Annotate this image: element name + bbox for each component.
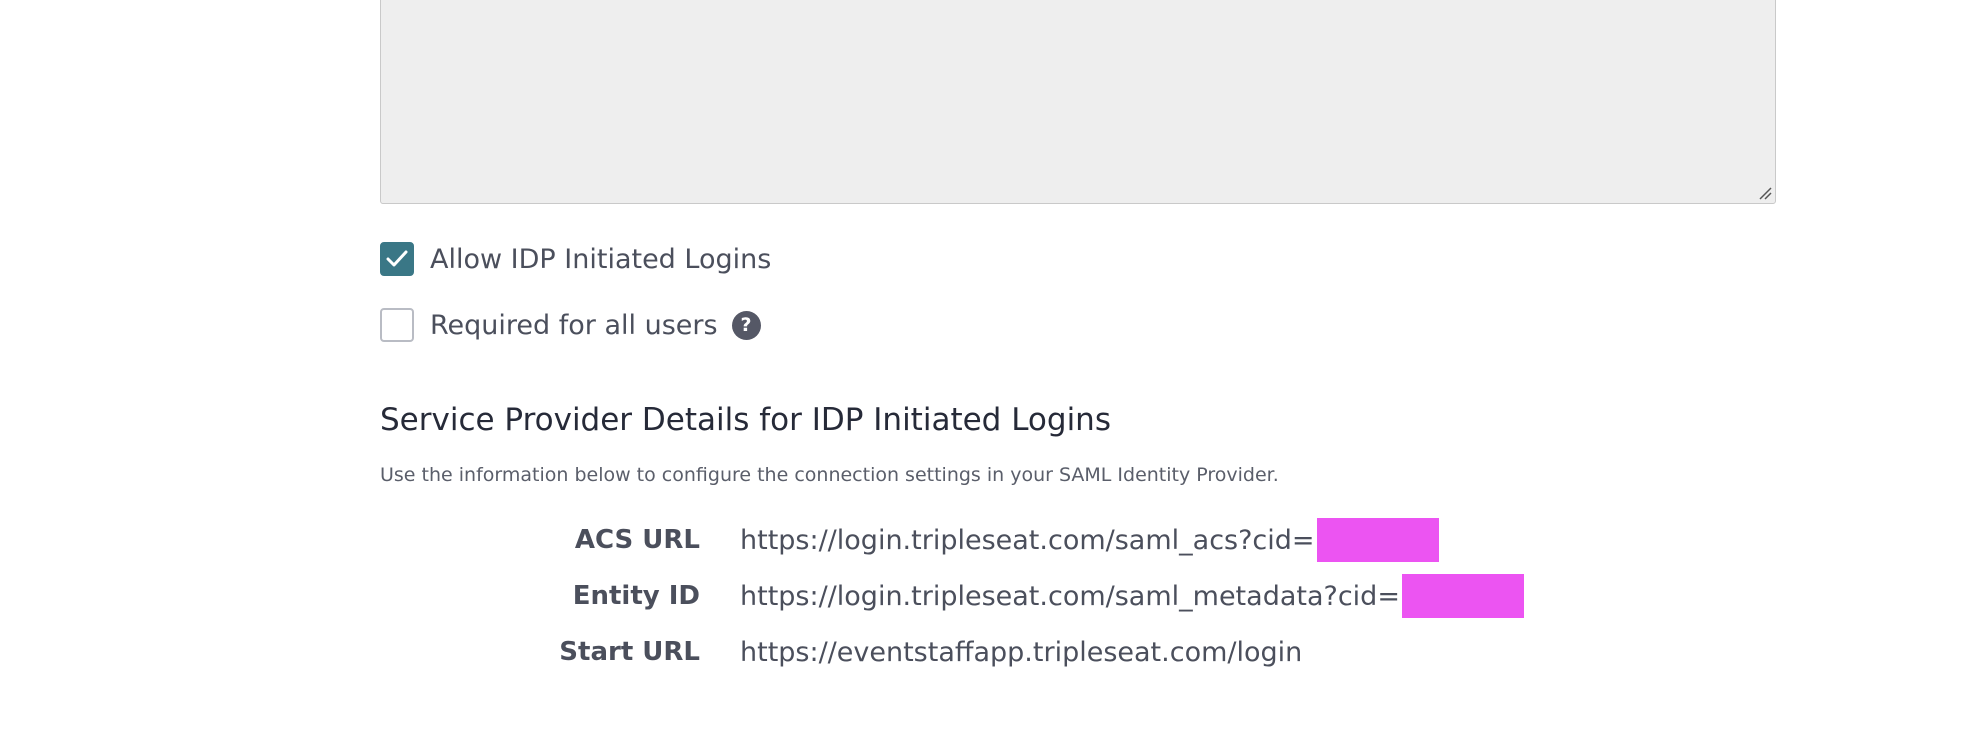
allow-idp-checkbox[interactable] xyxy=(380,242,414,276)
acs-url-label: ACS URL xyxy=(574,525,700,555)
acs-url-value-wrap: https://login.tripleseat.com/saml_acs?ci… xyxy=(740,518,1439,562)
section-title: Service Provider Details for IDP Initiat… xyxy=(380,402,1111,438)
required-all-checkbox[interactable] xyxy=(380,308,414,342)
allow-idp-label[interactable]: Allow IDP Initiated Logins xyxy=(430,244,771,275)
redaction-block xyxy=(1316,518,1439,562)
entity-id-row: Entity ID https://login.tripleseat.com/s… xyxy=(380,572,1580,620)
entity-id-value-wrap: https://login.tripleseat.com/saml_metada… xyxy=(740,574,1524,618)
entity-id-label: Entity ID xyxy=(572,581,700,611)
certificate-textarea[interactable] xyxy=(380,0,1776,204)
allow-idp-row: Allow IDP Initiated Logins xyxy=(380,242,771,276)
redaction-block xyxy=(1401,574,1524,618)
start-url-value-wrap: https://eventstaffapp.tripleseat.com/log… xyxy=(740,637,1302,668)
required-all-label[interactable]: Required for all users xyxy=(430,310,718,341)
start-url-row: Start URL https://eventstaffapp.triplese… xyxy=(380,628,1580,676)
checkmark-icon xyxy=(386,250,408,267)
start-url-label: Start URL xyxy=(559,637,700,667)
required-all-row: Required for all users ? xyxy=(380,308,761,342)
start-url-value[interactable]: https://eventstaffapp.tripleseat.com/log… xyxy=(740,637,1302,668)
entity-id-value[interactable]: https://login.tripleseat.com/saml_metada… xyxy=(740,581,1400,612)
resize-handle-icon[interactable] xyxy=(1758,186,1772,200)
acs-url-row: ACS URL https://login.tripleseat.com/sam… xyxy=(380,516,1580,564)
service-provider-details: ACS URL https://login.tripleseat.com/sam… xyxy=(380,516,1580,684)
section-description: Use the information below to configure t… xyxy=(380,464,1279,486)
acs-url-value[interactable]: https://login.tripleseat.com/saml_acs?ci… xyxy=(740,525,1315,556)
question-mark-icon[interactable]: ? xyxy=(731,310,761,340)
